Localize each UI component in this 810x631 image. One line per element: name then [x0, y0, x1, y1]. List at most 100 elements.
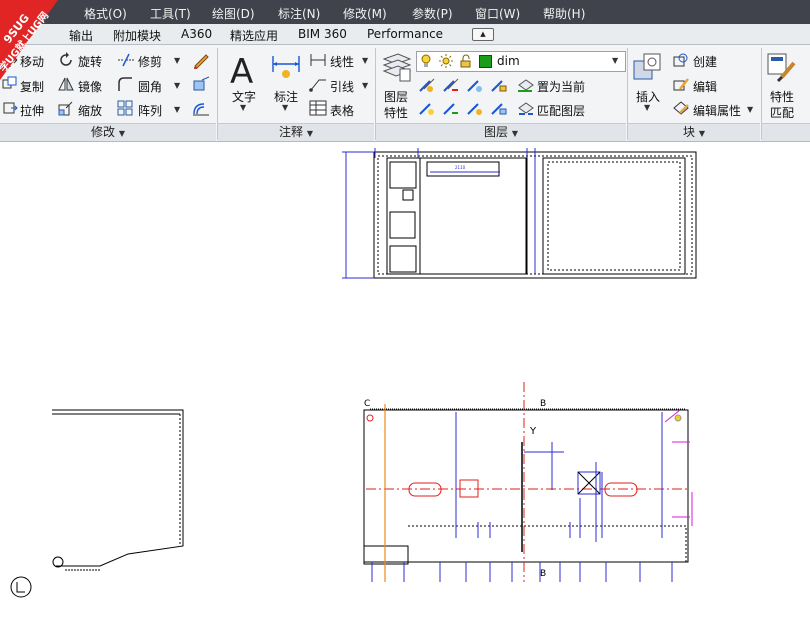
- layers-panel-caret-icon: ▼: [511, 129, 518, 138]
- dimension-dropdown-icon[interactable]: ▼: [282, 103, 288, 112]
- menu-format[interactable]: 格式(O): [84, 5, 127, 22]
- current-layer-name: dim: [497, 54, 520, 68]
- create-button[interactable]: 创建: [693, 53, 717, 70]
- annotation-panel-caret-icon: ▼: [306, 129, 313, 138]
- annotation-panel-label: 注释: [279, 125, 304, 139]
- properties-line1[interactable]: 特性: [770, 88, 794, 105]
- layer-properties-line1[interactable]: 图层: [384, 88, 408, 105]
- leader-icon: [309, 79, 326, 92]
- array-dropdown-icon[interactable]: ▼: [174, 105, 180, 114]
- annotation-panel-title[interactable]: 注释 ▼: [218, 123, 374, 141]
- edit-attributes-dropdown-icon[interactable]: ▼: [747, 105, 753, 114]
- ribbon-toggle-icon[interactable]: ▲: [472, 28, 494, 41]
- scale-icon: [58, 101, 73, 116]
- block-panel-caret-icon: ▼: [698, 129, 705, 138]
- layers-panel-label: 图层: [484, 125, 509, 139]
- top-view: 2110: [342, 148, 697, 279]
- fillet-icon: [118, 77, 132, 91]
- menu-modify[interactable]: 修改(M): [343, 5, 387, 22]
- match-layer-button[interactable]: 匹配图层: [537, 102, 585, 119]
- layer-lock-icon[interactable]: [490, 77, 508, 93]
- edit-attributes-button[interactable]: 编辑属性: [693, 102, 741, 119]
- menu-help[interactable]: 帮助(H): [543, 5, 585, 22]
- layer-properties-line2[interactable]: 特性: [384, 104, 408, 121]
- array-icon: [117, 100, 133, 116]
- lock-icon[interactable]: [459, 54, 473, 68]
- fillet-button[interactable]: 圆角: [138, 78, 162, 95]
- match-layer-icon: [518, 102, 534, 115]
- trim-dropdown-icon[interactable]: ▼: [174, 56, 180, 65]
- dimension-large-icon: [272, 56, 300, 78]
- trim-icon: [118, 53, 134, 67]
- svg-text:A: A: [230, 52, 253, 87]
- layer-freeze-icon[interactable]: [466, 77, 484, 93]
- section-marker-c: C: [364, 399, 370, 409]
- svg-text:2110: 2110: [455, 165, 466, 170]
- erase-pen-icon: [194, 54, 209, 69]
- insert-block-icon: [633, 53, 661, 80]
- block-panel-title[interactable]: 块 ▼: [628, 123, 760, 141]
- properties-panel-title: [762, 123, 810, 141]
- layer-combo-dropdown-icon[interactable]: ▼: [612, 56, 618, 65]
- rotate-button[interactable]: 旋转: [78, 53, 102, 70]
- layers-panel-title[interactable]: 图层 ▼: [376, 123, 626, 141]
- fillet-dropdown-icon[interactable]: ▼: [174, 81, 180, 90]
- sun-freeze-icon[interactable]: [439, 54, 453, 68]
- modify-panel-title[interactable]: 修改 ▼: [0, 123, 216, 141]
- linear-button[interactable]: 线性: [330, 53, 354, 70]
- tab-featured-apps[interactable]: 精选应用: [230, 27, 278, 44]
- offset-icon: [193, 103, 209, 116]
- table-icon: [309, 100, 327, 116]
- layer-properties-icon: [382, 53, 412, 82]
- stretch-icon: [3, 102, 18, 114]
- mirror-button[interactable]: 镜像: [78, 78, 102, 95]
- menu-window[interactable]: 窗口(W): [475, 5, 520, 22]
- edit-block-icon: [673, 78, 689, 91]
- layer-isolate-icon[interactable]: [442, 77, 460, 93]
- menu-bar: 格式(O) 工具(T) 绘图(D) 标注(N) 修改(M) 参数(P) 窗口(W…: [0, 0, 810, 24]
- create-block-icon: [673, 53, 688, 67]
- table-button[interactable]: 表格: [330, 102, 354, 119]
- front-view: C B B Y: [363, 382, 693, 582]
- layer-unlock-icon[interactable]: [490, 100, 508, 116]
- layer-thaw-icon[interactable]: [466, 100, 484, 116]
- ucs-icon: [10, 576, 32, 598]
- tab-performance[interactable]: Performance: [367, 27, 443, 41]
- scale-button[interactable]: 缩放: [78, 102, 102, 119]
- insert-dropdown-icon[interactable]: ▼: [644, 103, 650, 112]
- lightbulb-icon[interactable]: [420, 54, 432, 68]
- drawing-canvas[interactable]: 2110 C B B Y: [0, 142, 810, 631]
- menu-dimension[interactable]: 标注(N): [278, 5, 320, 22]
- linear-dropdown-icon[interactable]: ▼: [362, 56, 368, 65]
- set-current-icon: [518, 79, 534, 92]
- linear-icon: [310, 54, 326, 66]
- copy-button[interactable]: 复制: [20, 78, 44, 95]
- match-properties-icon: [767, 53, 796, 83]
- text-large-icon: A: [230, 52, 253, 87]
- layer-color-swatch[interactable]: [479, 55, 492, 68]
- layer-unisolate-icon[interactable]: [442, 100, 460, 116]
- leader-dropdown-icon[interactable]: ▼: [362, 81, 368, 90]
- edit-button[interactable]: 编辑: [693, 78, 717, 95]
- layer-on-icon[interactable]: [418, 100, 436, 116]
- array-button[interactable]: 阵列: [138, 102, 162, 119]
- tab-bim360[interactable]: BIM 360: [298, 27, 347, 41]
- tab-a360[interactable]: A360: [181, 27, 212, 41]
- stretch-button[interactable]: 拉伸: [20, 102, 44, 119]
- menu-draw[interactable]: 绘图(D): [212, 5, 255, 22]
- modify-panel-caret-icon: ▼: [118, 129, 125, 138]
- block-panel-label: 块: [683, 125, 696, 139]
- layer-off-icon[interactable]: [418, 77, 436, 93]
- side-view: [10, 409, 184, 598]
- leader-button[interactable]: 引线: [330, 78, 354, 95]
- properties-line2[interactable]: 匹配: [770, 104, 794, 121]
- set-current-button[interactable]: 置为当前: [537, 78, 585, 95]
- text-dropdown-icon[interactable]: ▼: [240, 103, 246, 112]
- tab-addins[interactable]: 附加模块: [113, 27, 161, 44]
- section-marker-b-bottom: B: [540, 569, 546, 579]
- menu-tools[interactable]: 工具(T): [150, 5, 191, 22]
- edit-attributes-icon: [673, 101, 689, 115]
- trim-button[interactable]: 修剪: [138, 53, 162, 70]
- layer-dropdown[interactable]: dim ▼: [416, 51, 626, 72]
- menu-parameters[interactable]: 参数(P): [412, 5, 453, 22]
